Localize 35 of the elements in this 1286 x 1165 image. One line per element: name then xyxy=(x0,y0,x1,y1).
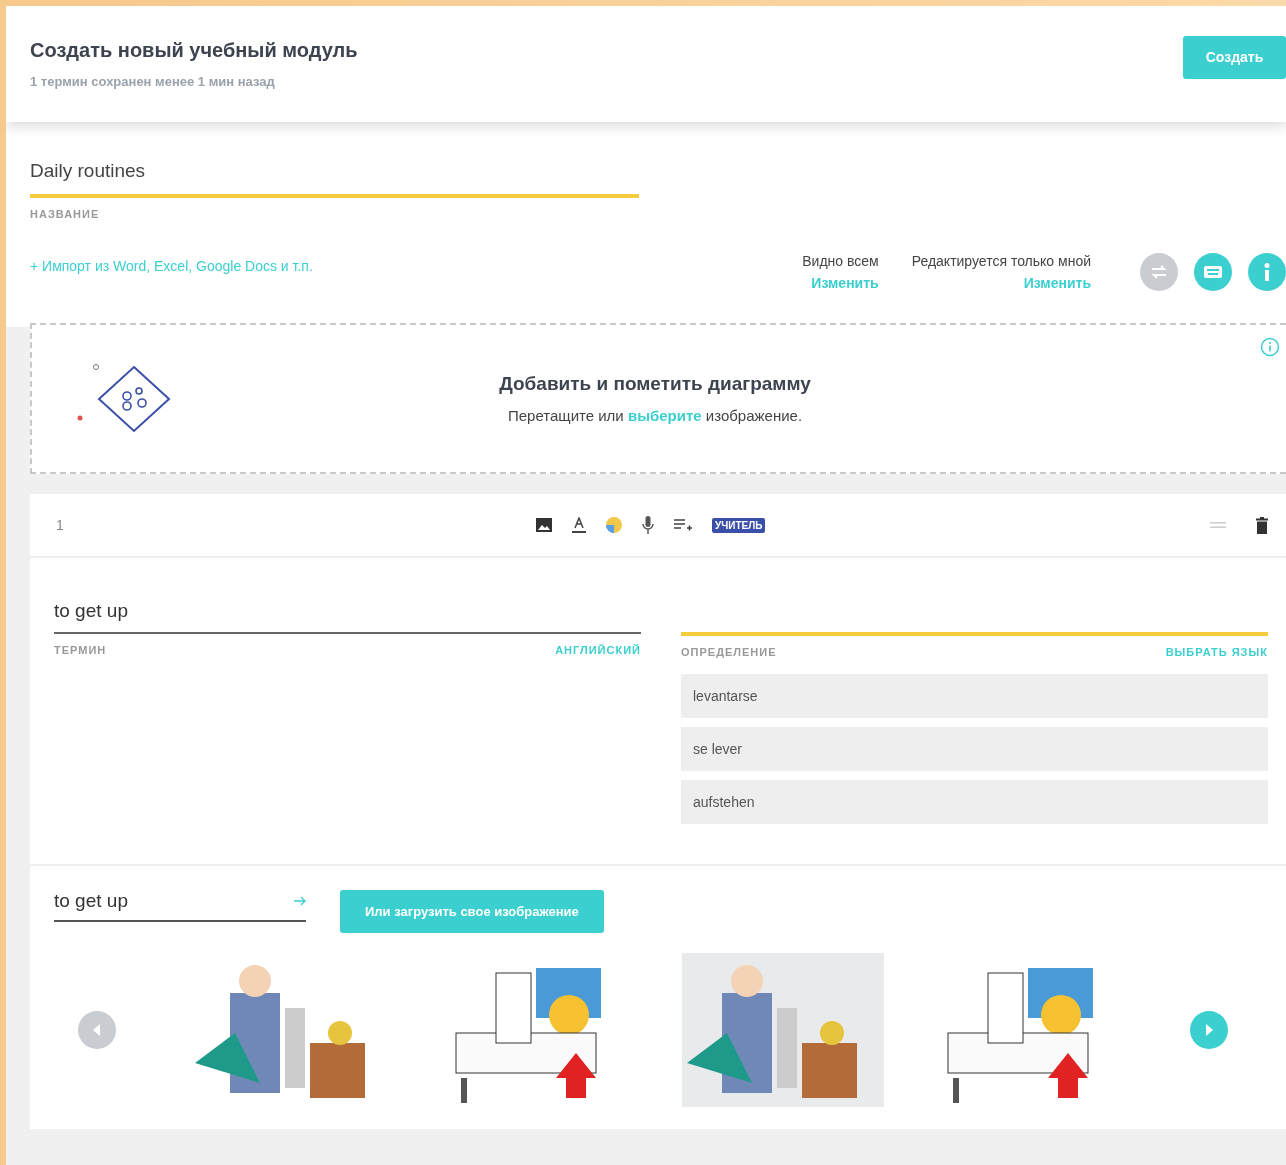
term-field[interactable]: to get up xyxy=(54,600,641,634)
field-label: НАЗВАНИЕ xyxy=(30,208,101,220)
title-field[interactable]: Daily routines xyxy=(30,160,639,198)
microphone-icon[interactable] xyxy=(642,516,654,534)
permission-label: Видно всем xyxy=(802,253,879,269)
text-color-icon[interactable] xyxy=(572,517,586,533)
trash-icon[interactable] xyxy=(1256,516,1268,534)
keyboard-button[interactable] xyxy=(1194,253,1232,291)
info-button[interactable] xyxy=(1248,253,1286,291)
suggestion-item[interactable]: levantarse xyxy=(681,674,1268,718)
definition-label: ОПРЕДЕЛЕНИЕ xyxy=(681,646,777,658)
next-button[interactable] xyxy=(1190,1011,1228,1049)
info-icon[interactable] xyxy=(1260,337,1280,357)
suggestion-item[interactable]: se lever xyxy=(681,727,1268,771)
save-status: 1 термин сохранен менее 1 мин назад xyxy=(30,74,276,89)
term-label: ТЕРМИН xyxy=(54,644,107,656)
card-number: 1 xyxy=(56,517,65,533)
diagram-hint: Перетащите или выберите изображение. xyxy=(506,407,804,424)
teacher-badge[interactable]: УЧИТЕЛЬ xyxy=(712,517,766,533)
swap-icon xyxy=(1150,265,1168,279)
caret-left-icon xyxy=(93,1024,101,1036)
add-list-icon[interactable] xyxy=(674,519,692,531)
suggestion-item[interactable]: aufstehen xyxy=(681,780,1268,824)
diagram-dropzone[interactable]: Добавить и пометить диаграмму Перетащите или выберите изображение. xyxy=(30,323,1286,474)
permission-label: Редактируется только мной xyxy=(911,253,1091,269)
image-search-field[interactable]: to get up xyxy=(54,890,306,922)
info-icon xyxy=(1264,263,1270,281)
color-palette-icon[interactable] xyxy=(606,517,622,533)
image-icon[interactable] xyxy=(536,518,552,532)
page-title: Создать новый учебный модуль xyxy=(30,39,358,62)
keyboard-icon xyxy=(1204,266,1222,278)
arrow-right-icon xyxy=(294,896,306,906)
drag-handle-icon[interactable] xyxy=(1210,522,1226,528)
diagram-title: Добавить и пометить диаграмму xyxy=(498,373,812,395)
caret-right-icon xyxy=(1205,1024,1213,1036)
